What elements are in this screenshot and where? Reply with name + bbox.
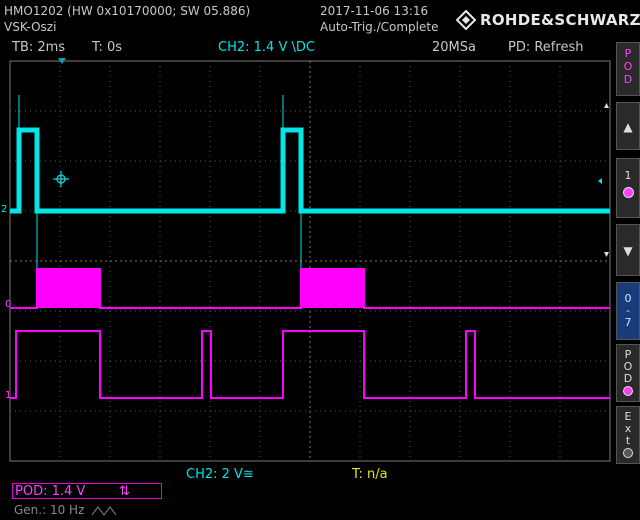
channel-one-dot-icon [622,187,634,198]
model-info: HMO1202 (HW 0x10170000; SW 05.886) [4,4,251,18]
generator-label: Gen.: 10 Hz [14,503,85,517]
generator-info[interactable]: Gen.: 10 Hz [14,503,118,517]
pd-mode[interactable]: PD: Refresh [508,40,583,56]
pod0-burst [301,269,364,308]
pod-threshold-label: POD: 1.4 V [15,484,86,499]
setup-name: VSK-Oszi [4,20,57,34]
pod-bit0-label: 0 [5,299,12,310]
pod-adjust-icon[interactable]: ⇅ [119,484,130,500]
trigger-level-marker[interactable] [598,178,602,184]
crosshair-cursor-icon[interactable] [53,171,69,187]
sample-rate: 20MSa [432,40,476,55]
side-ext[interactable]: Ext [616,406,640,464]
scroll-up-arrow[interactable] [604,103,609,108]
pod0-burst [37,269,100,308]
pod-bit1-label: 1 [5,390,12,401]
trigger-source[interactable]: CH2: 1.4 V \DC [218,40,315,56]
timebase[interactable]: TB: 2ms [12,40,65,56]
brand-diamond-icon [456,10,476,30]
scroll-down-arrow[interactable] [604,252,609,257]
brand-logo: ROHDE&SCHWARZ [456,9,640,31]
side-pod-mid[interactable]: POD [616,344,640,402]
pod-bit0-trace [10,268,610,309]
pod-threshold-box[interactable]: POD: 1.4 V ⇅ [12,483,162,499]
trigger-time[interactable]: T: 0s [92,40,122,56]
side-range-0-7[interactable]: 0-7 [616,282,640,340]
ch2-scale[interactable]: CH2: 2 V≅ [186,467,254,483]
side-channel-one[interactable]: 1 [616,158,640,218]
graticule [9,60,611,462]
pod-dot-icon [623,386,633,396]
triangle-wave-icon [91,505,117,516]
waveform-display[interactable] [0,58,612,464]
ext-dot-icon [623,448,633,458]
trigger-status: Auto-Trig./Complete [320,20,439,34]
datetime: 2017-11-06 13:16 [320,4,429,18]
side-up-button[interactable]: ▲ [616,102,640,150]
brand-name: ROHDE&SCHWARZ [480,11,640,29]
ch2-marker[interactable]: 2 [1,205,7,215]
side-pod-top[interactable]: POD [616,42,640,96]
side-down-button[interactable]: ▼ [616,224,640,276]
trigger-info[interactable]: T: n/a [352,467,388,483]
